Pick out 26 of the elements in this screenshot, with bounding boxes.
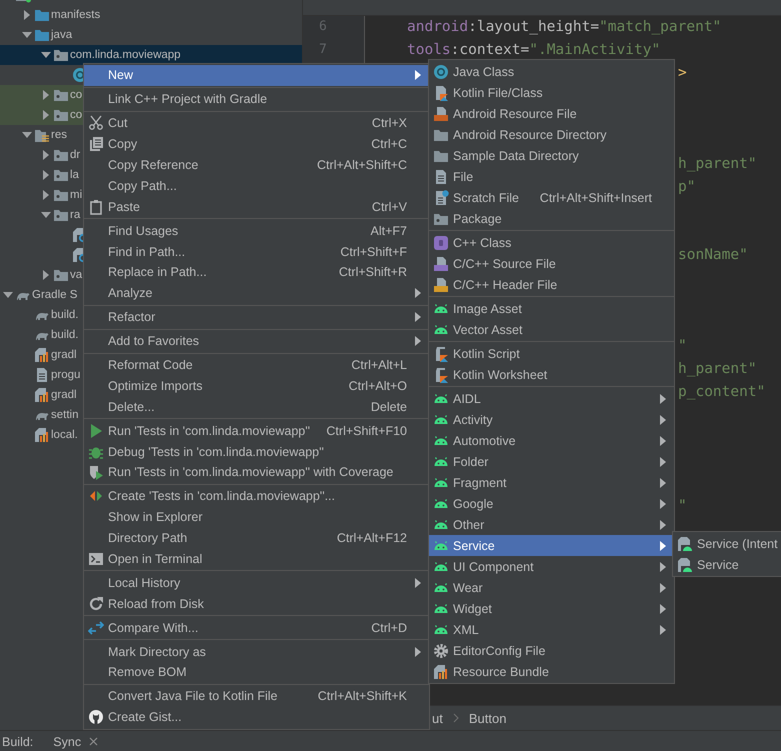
code-line: h_parent": [678, 360, 757, 377]
code-line: sonName": [678, 246, 748, 263]
shortcut-label: Ctrl+Alt+L: [351, 358, 407, 372]
shortcut-label: Ctrl+Shift+F10: [326, 424, 407, 438]
shortcut-label: Ctrl+X: [372, 116, 407, 130]
shortcut-label: Ctrl+V: [372, 200, 407, 214]
shortcut-label: Alt+F7: [370, 224, 407, 238]
shortcut-label: Ctrl+Shift+R: [338, 265, 407, 280]
shortcut-label: Ctrl+Alt+F12: [336, 531, 407, 546]
tool-window-title: Build:: [2, 734, 34, 748]
code-line: p_content": [678, 384, 766, 400]
code-line: >: [678, 64, 687, 81]
shortcut-label: Ctrl+C: [371, 137, 407, 152]
shortcut-label: Ctrl+Alt+Shift+K: [318, 689, 407, 704]
code-line: ": [678, 338, 687, 354]
code-line: p": [678, 178, 696, 195]
code-line: h_parent": [678, 156, 757, 172]
shortcut-label: Ctrl+Shift+F: [340, 244, 407, 259]
shortcut-label: Ctrl+Alt+Shift+Insert: [540, 190, 652, 204]
shortcut-label: Ctrl+D: [371, 620, 407, 635]
code-line: android:layout_height="match_parent": [407, 19, 722, 35]
shortcut-label: Ctrl+Alt+Shift+C: [317, 158, 407, 172]
shortcut-label: Delete: [370, 400, 407, 414]
code-line: tools:context=".MainActivity": [407, 42, 660, 58]
code-line: ": [678, 498, 687, 514]
shortcut-label: Ctrl+Alt+O: [348, 378, 407, 393]
